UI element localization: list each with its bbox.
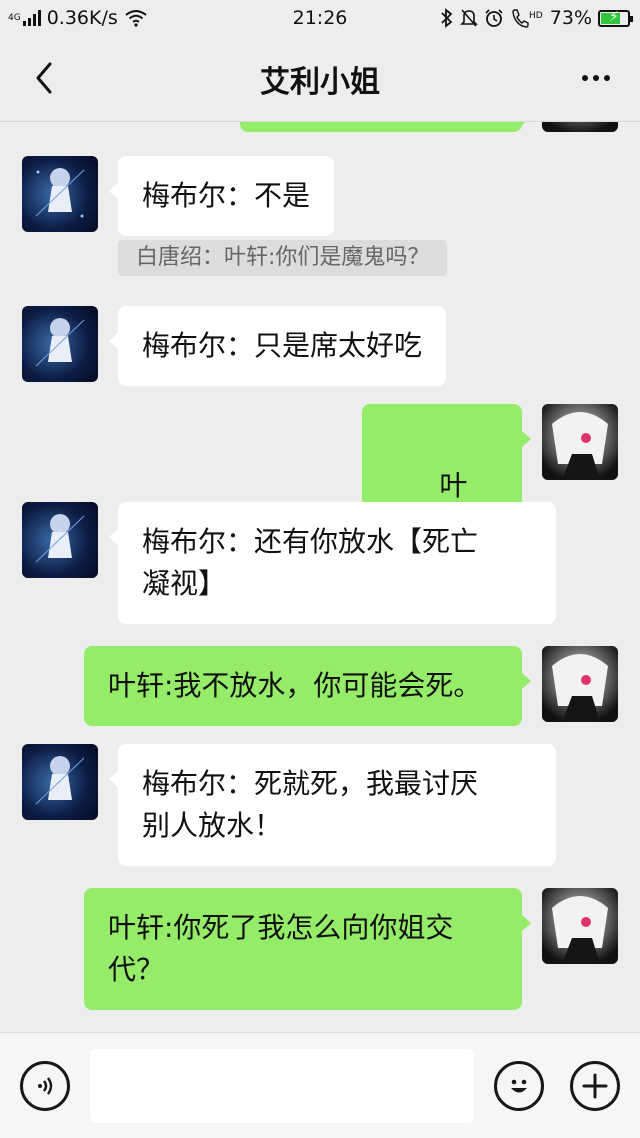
self-avatar[interactable] [542, 122, 618, 132]
voice-button[interactable] [20, 1061, 70, 1111]
status-left: 4G 0.36K/s [8, 7, 148, 29]
input-bar [0, 1032, 640, 1138]
mute-bell-icon [459, 9, 478, 27]
alarm-icon [485, 9, 503, 27]
chevron-left-icon [36, 62, 52, 94]
add-button[interactable] [570, 1061, 620, 1111]
network-type: 4G [8, 12, 21, 23]
avatar-art [35, 514, 85, 563]
avatar-art [552, 654, 608, 722]
bluetooth-icon [441, 8, 453, 28]
wifi-icon [125, 10, 147, 27]
message-list[interactable]: 梅布尔：不是 白唐绍：叶轩:你们是魔鬼吗？ 梅布尔：只是席太好吃 叶轩: [0, 122, 640, 1032]
contact-avatar[interactable] [22, 744, 98, 820]
hd-call-icon: HD [512, 9, 543, 28]
network-speed: 0.36K/s [46, 7, 118, 29]
avatar-art [552, 896, 608, 964]
more-button[interactable] [576, 60, 616, 96]
status-right: HD 73% ⚡ [440, 7, 633, 29]
battery-percent: 73% [549, 7, 592, 29]
message-bubble[interactable]: 梅布尔：只是席太好吃 [108, 306, 447, 386]
message-bubble[interactable]: 梅布尔：还有你放水【死亡 凝视】 [109, 502, 556, 624]
partial-message-bubble[interactable] [240, 122, 531, 132]
avatar-art [35, 756, 85, 805]
self-avatar[interactable] [542, 646, 618, 722]
chat-title: 艾利小姐 [260, 64, 380, 100]
more-dots-icon [582, 75, 588, 81]
message-bubble[interactable]: 叶轩:我不放水，你可能会死。 [84, 646, 531, 726]
emoji-button[interactable] [494, 1061, 544, 1111]
chat-screen: 4G 0.36K/s 21:26 HD 73% ⚡ 艾利小姐 梅布尔：不是 白唐… [0, 0, 640, 1138]
avatar-art [552, 412, 608, 480]
quoted-message[interactable]: 白唐绍：叶轩:你们是魔鬼吗？ [118, 240, 448, 276]
back-button[interactable] [26, 60, 62, 96]
message-bubble[interactable]: 叶轩:你死了我怎么向你姐交 代？ [84, 888, 531, 1010]
status-bar: 4G 0.36K/s 21:26 HD 73% ⚡ [0, 0, 640, 36]
charging-bolt-icon: ⚡ [609, 8, 619, 25]
self-avatar[interactable] [542, 888, 618, 964]
contact-avatar[interactable] [22, 306, 98, 382]
plus-icon [582, 1073, 608, 1099]
message-bubble[interactable]: 梅布尔：死就死，我最讨厌 别人放水！ [109, 744, 556, 866]
signal-icon [22, 10, 41, 26]
emoji-icon [511, 1079, 527, 1093]
chat-header: 艾利小姐 [0, 36, 640, 122]
contact-avatar[interactable] [22, 502, 98, 578]
message-input[interactable] [90, 1049, 474, 1123]
message-bubble[interactable]: 梅布尔：不是 [108, 156, 335, 236]
avatar-art [35, 168, 85, 218]
battery-icon: ⚡ [598, 8, 633, 27]
hd-label: HD [529, 11, 543, 21]
self-avatar[interactable] [542, 404, 618, 480]
contact-avatar[interactable] [22, 156, 98, 232]
voice-icon [38, 1077, 53, 1095]
avatar-art [35, 318, 85, 367]
